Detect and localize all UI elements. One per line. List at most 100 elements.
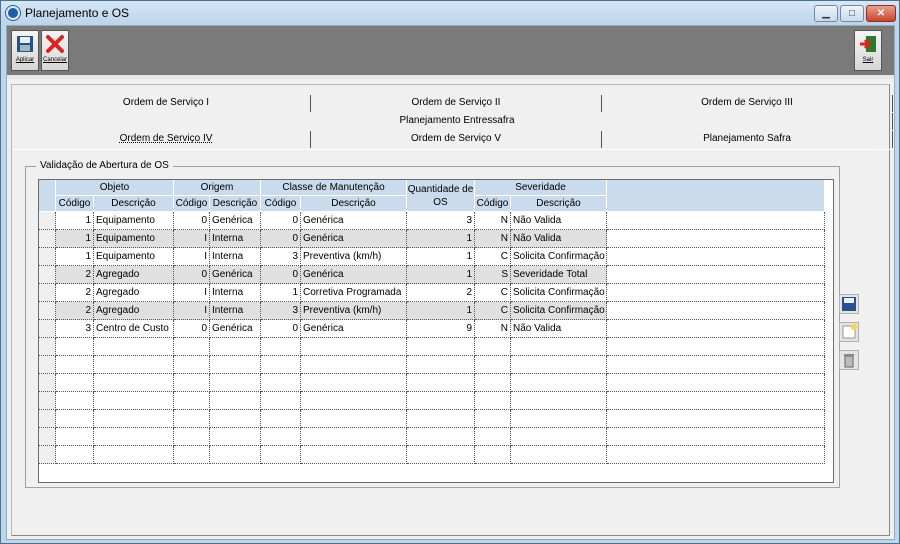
grid-empty-cell[interactable] xyxy=(511,428,607,446)
grid-cell[interactable]: 1 xyxy=(407,248,475,266)
grid-cell[interactable] xyxy=(607,302,825,320)
grid-empty-cell[interactable] xyxy=(56,428,94,446)
grid-cell[interactable]: 3 xyxy=(407,212,475,230)
grid-empty-cell[interactable] xyxy=(174,446,210,464)
grid-empty-cell[interactable] xyxy=(261,392,301,410)
grid-cell[interactable]: Genérica xyxy=(210,212,261,230)
tab-planejamento-safra[interactable]: Planejamento Safra xyxy=(602,131,893,148)
grid-cell[interactable]: Interna xyxy=(210,302,261,320)
grid-cell[interactable]: Corretiva Programada xyxy=(301,284,407,302)
apply-button[interactable]: Aplicar xyxy=(11,30,39,71)
grid-empty-cell[interactable] xyxy=(174,356,210,374)
grid-cell[interactable]: Genérica xyxy=(301,212,407,230)
grid-empty-cell[interactable] xyxy=(210,392,261,410)
grid-cell[interactable]: 1 xyxy=(407,266,475,284)
grid-empty-cell[interactable] xyxy=(607,446,825,464)
row-selector[interactable] xyxy=(39,374,56,392)
grid-empty-cell[interactable] xyxy=(261,428,301,446)
grid-cell[interactable]: Preventiva (km/h) xyxy=(301,302,407,320)
row-selector[interactable] xyxy=(39,284,56,302)
row-selector[interactable] xyxy=(39,392,56,410)
grid-empty-cell[interactable] xyxy=(607,356,825,374)
grid-cell[interactable] xyxy=(607,284,825,302)
grid-empty-cell[interactable] xyxy=(607,392,825,410)
tab-os-5[interactable]: Ordem de Serviço V xyxy=(311,131,602,148)
grid-cell[interactable] xyxy=(607,212,825,230)
grid-empty-cell[interactable] xyxy=(407,446,475,464)
grid-cell[interactable]: Solicita Confirmação xyxy=(511,284,607,302)
grid-empty-cell[interactable] xyxy=(94,446,174,464)
grid-empty-cell[interactable] xyxy=(56,446,94,464)
cancel-button[interactable]: Cancelar xyxy=(41,30,69,71)
grid-empty-cell[interactable] xyxy=(174,410,210,428)
grid-cell[interactable]: Solicita Confirmação xyxy=(511,302,607,320)
grid-cell[interactable]: Severidade Total xyxy=(511,266,607,284)
exit-button[interactable]: Sair xyxy=(854,30,882,71)
tab-os-4[interactable]: Ordem de Serviço IV xyxy=(22,131,311,148)
close-button[interactable]: ✕ xyxy=(866,5,896,22)
grid-cell[interactable]: 0 xyxy=(261,212,301,230)
grid-empty-cell[interactable] xyxy=(261,338,301,356)
tab-os-2[interactable]: Ordem de Serviço II xyxy=(311,95,602,112)
grid-empty-cell[interactable] xyxy=(261,446,301,464)
grid-empty-cell[interactable] xyxy=(607,428,825,446)
grid-empty-cell[interactable] xyxy=(301,374,407,392)
grid-cell[interactable]: 3 xyxy=(261,248,301,266)
grid-cell[interactable]: 0 xyxy=(261,230,301,248)
grid-cell[interactable]: 2 xyxy=(56,266,94,284)
grid-empty-cell[interactable] xyxy=(174,428,210,446)
grid-empty-cell[interactable] xyxy=(407,356,475,374)
grid-empty-cell[interactable] xyxy=(407,338,475,356)
row-selector[interactable] xyxy=(39,212,56,230)
maximize-button[interactable]: □ xyxy=(840,5,864,22)
grid-empty-cell[interactable] xyxy=(56,392,94,410)
grid-cell[interactable]: C xyxy=(475,248,511,266)
grid-empty-cell[interactable] xyxy=(261,410,301,428)
grid-cell[interactable] xyxy=(607,266,825,284)
grid-cell[interactable]: 1 xyxy=(56,230,94,248)
grid-empty-cell[interactable] xyxy=(174,374,210,392)
row-selector[interactable] xyxy=(39,230,56,248)
grid-empty-cell[interactable] xyxy=(94,392,174,410)
grid-cell[interactable]: 0 xyxy=(174,266,210,284)
grid-empty-cell[interactable] xyxy=(475,392,511,410)
grid-empty-cell[interactable] xyxy=(210,446,261,464)
grid-empty-cell[interactable] xyxy=(607,374,825,392)
grid-cell[interactable]: I xyxy=(174,230,210,248)
grid-cell[interactable]: 2 xyxy=(407,284,475,302)
grid-empty-cell[interactable] xyxy=(301,392,407,410)
grid-empty-cell[interactable] xyxy=(56,374,94,392)
delete-record-button[interactable] xyxy=(839,350,859,370)
grid-cell[interactable]: Equipamento xyxy=(94,212,174,230)
grid-empty-cell[interactable] xyxy=(56,410,94,428)
grid-cell[interactable]: Genérica xyxy=(210,266,261,284)
tab-os-3[interactable]: Ordem de Serviço III xyxy=(602,95,893,112)
grid-empty-cell[interactable] xyxy=(174,338,210,356)
grid-empty-cell[interactable] xyxy=(407,410,475,428)
row-selector[interactable] xyxy=(39,338,56,356)
grid-cell[interactable]: Equipamento xyxy=(94,248,174,266)
grid-empty-cell[interactable] xyxy=(261,356,301,374)
grid-empty-cell[interactable] xyxy=(94,338,174,356)
grid-cell[interactable]: 1 xyxy=(407,230,475,248)
grid-cell[interactable]: 2 xyxy=(56,302,94,320)
grid-cell[interactable]: Genérica xyxy=(301,266,407,284)
grid-cell[interactable]: Preventiva (km/h) xyxy=(301,248,407,266)
grid-cell[interactable]: 0 xyxy=(261,320,301,338)
grid-cell[interactable]: Centro de Custo xyxy=(94,320,174,338)
grid-cell[interactable]: 0 xyxy=(174,212,210,230)
grid-empty-cell[interactable] xyxy=(261,374,301,392)
row-selector[interactable] xyxy=(39,248,56,266)
row-selector[interactable] xyxy=(39,266,56,284)
grid-cell[interactable]: N xyxy=(475,320,511,338)
grid-cell[interactable]: Solicita Confirmação xyxy=(511,248,607,266)
grid-empty-cell[interactable] xyxy=(301,410,407,428)
grid-empty-cell[interactable] xyxy=(407,392,475,410)
row-selector[interactable] xyxy=(39,446,56,464)
row-selector[interactable] xyxy=(39,320,56,338)
grid-empty-cell[interactable] xyxy=(475,410,511,428)
grid-empty-cell[interactable] xyxy=(475,374,511,392)
grid-empty-cell[interactable] xyxy=(174,392,210,410)
minimize-button[interactable]: ▁ xyxy=(814,5,838,22)
grid-cell[interactable]: C xyxy=(475,284,511,302)
